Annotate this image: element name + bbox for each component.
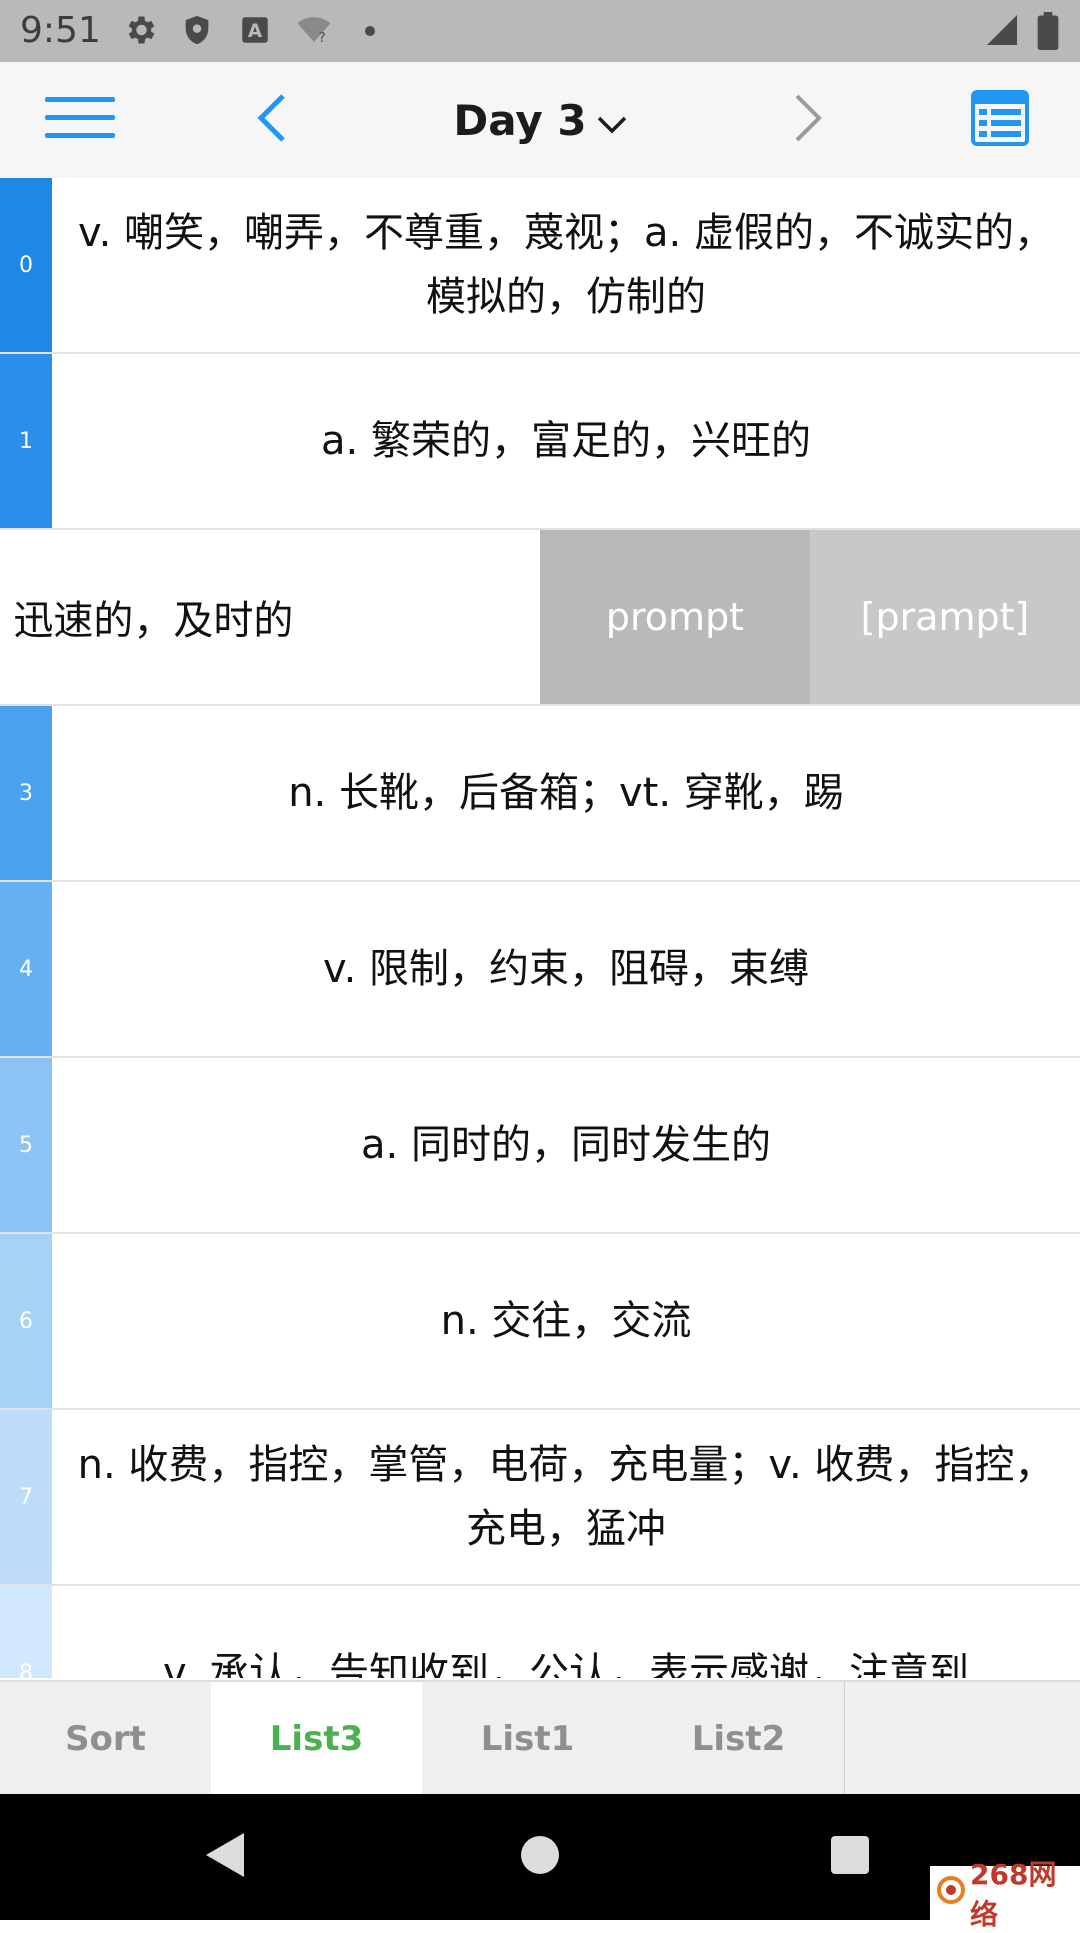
definition-text: a. 繁荣的，富足的，兴旺的 [321, 418, 811, 464]
definition-text: v. 限制，约束，阻碍，束缚 [323, 946, 809, 992]
list-item[interactable]: 1 a. 繁荣的，富足的，兴旺的 [0, 354, 1080, 530]
next-day-button[interactable] [768, 62, 848, 178]
list-item[interactable]: 7 n. 收费，指控，掌管，电荷，充电量；v. 收费，指控，充电，猛冲 [0, 1410, 1080, 1586]
definition-text: a. 同时的，同时发生的 [361, 1122, 771, 1168]
chevron-left-icon [255, 93, 289, 147]
chevron-down-icon [597, 96, 627, 145]
definition-text: n. 交往，交流 [440, 1298, 692, 1344]
back-icon [204, 1831, 248, 1883]
back-button[interactable] [156, 1794, 296, 1920]
list-item[interactable]: 5 a. 同时的，同时发生的 [0, 1058, 1080, 1234]
day-selector[interactable]: Day 3 [453, 96, 626, 145]
tab-bar: Sort List3 List1 List2 [0, 1680, 1080, 1796]
row-index-badge: 8 [0, 1586, 53, 1678]
phonetic-action-button[interactable]: [prampt] [810, 530, 1080, 704]
definition-text: n. 长靴，后备箱；vt. 穿靴，踢 [288, 770, 844, 816]
battery-icon [1036, 12, 1060, 54]
recents-button[interactable] [780, 1794, 920, 1920]
home-button[interactable] [470, 1794, 610, 1920]
definition-text: v. 嘲笑，嘲弄，不尊重，蔑视；a. 虚假的，不诚实的，模拟的，仿制的 [78, 210, 1054, 320]
wifi-question-icon: ? [294, 12, 334, 52]
dot-icon [364, 22, 376, 41]
list-item[interactable]: 4 v. 限制，约束，阻碍，束缚 [0, 882, 1080, 1058]
tab-sort[interactable]: Sort [0, 1682, 212, 1796]
chevron-right-icon [791, 93, 825, 147]
row-index-badge: 5 [0, 1058, 53, 1232]
recents-icon [830, 1835, 870, 1879]
list-view-button[interactable] [960, 62, 1040, 178]
definition-text: . 迅速的，及时的 [0, 598, 294, 644]
tab-list2[interactable]: List2 [633, 1682, 845, 1796]
watermark-text: 268网络 [970, 1858, 1057, 1931]
list-item[interactable]: 3 n. 长靴，后备箱；vt. 穿靴，踢 [0, 706, 1080, 882]
top-toolbar: Day 3 [0, 62, 1080, 180]
watermark-logo-icon [936, 1875, 966, 1912]
tab-list1[interactable]: List1 [422, 1682, 634, 1796]
row-index-badge: 6 [0, 1234, 53, 1408]
row-index-badge: 1 [0, 354, 53, 528]
svg-text:A: A [248, 21, 263, 42]
row-index-badge: 3 [0, 706, 53, 880]
menu-button[interactable] [30, 62, 130, 178]
list-item[interactable]: 0 v. 嘲笑，嘲弄，不尊重，蔑视；a. 虚假的，不诚实的，模拟的，仿制的 [0, 178, 1080, 354]
row-index-badge: 4 [0, 882, 53, 1056]
definition-text: v. 承认，告知收到，公认，表示感谢，注意到 [163, 1650, 969, 1678]
prompt-action-button[interactable]: prompt [540, 530, 810, 704]
page-title: Day 3 [453, 95, 587, 145]
home-icon [519, 1834, 561, 1880]
list-item[interactable]: 8 v. 承认，告知收到，公认，表示感谢，注意到 [0, 1586, 1080, 1678]
definition-text: n. 收费，指控，掌管，电荷，充电量；v. 收费，指控，充电，猛冲 [77, 1442, 1055, 1552]
gear-icon [122, 12, 158, 52]
watermark: 268网络 [930, 1858, 1080, 1931]
signal-icon [984, 12, 1020, 52]
status-time: 9:51 [20, 10, 101, 51]
svg-text:?: ? [319, 30, 326, 46]
hamburger-icon [45, 95, 115, 145]
previous-day-button[interactable] [232, 62, 312, 178]
list-item-swiped[interactable]: . 迅速的，及时的 prompt [prampt] [0, 530, 1080, 706]
row-index-badge: 0 [0, 178, 53, 352]
row-index-badge: 7 [0, 1410, 53, 1584]
system-nav-bar [0, 1794, 1080, 1920]
list-item[interactable]: 6 n. 交往，交流 [0, 1234, 1080, 1410]
status-bar: 9:51 A ? [0, 0, 1080, 62]
a-box-icon: A [238, 12, 272, 52]
list-view-icon [971, 90, 1029, 150]
shield-icon [180, 12, 214, 52]
word-list[interactable]: 0 v. 嘲笑，嘲弄，不尊重，蔑视；a. 虚假的，不诚实的，模拟的，仿制的 1 … [0, 178, 1080, 1678]
tab-list3[interactable]: List3 [211, 1682, 423, 1796]
title-area: Day 3 [0, 62, 1080, 178]
